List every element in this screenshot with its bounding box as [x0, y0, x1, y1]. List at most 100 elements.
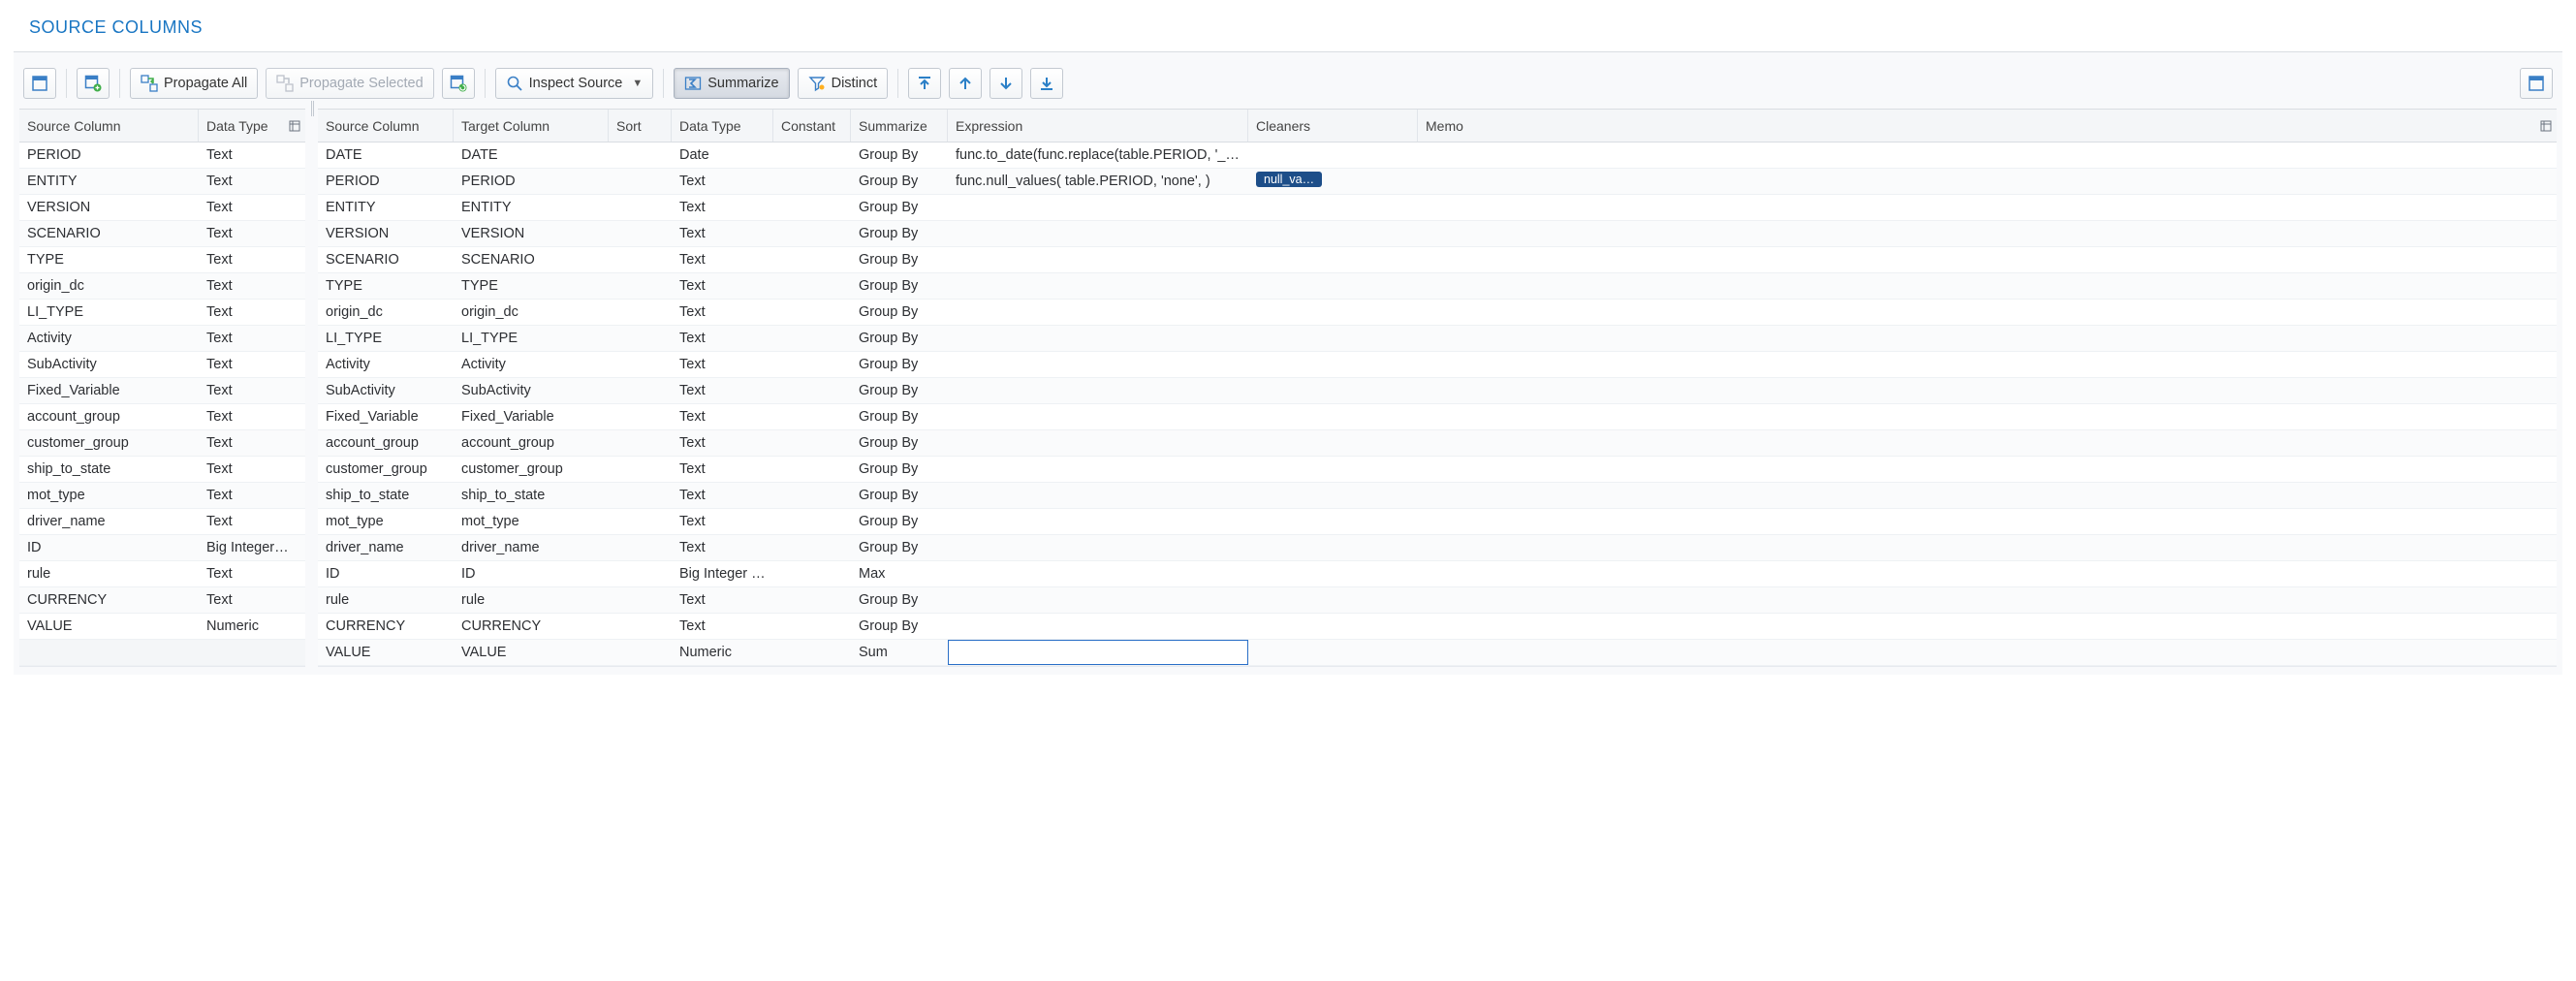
cell-source-column[interactable]: PERIOD	[19, 147, 199, 163]
inspect-source-button[interactable]: Inspect Source ▼	[495, 68, 654, 99]
cell-source-column[interactable]: ENTITY	[318, 200, 454, 215]
cell-data-type[interactable]: Big Integer…	[199, 540, 305, 555]
cell-summarize[interactable]: Group By	[851, 147, 948, 163]
cell-summarize[interactable]: Group By	[851, 331, 948, 346]
cell-target-column[interactable]: rule	[454, 592, 609, 608]
move-top-button[interactable]	[908, 68, 941, 99]
cell-data-type[interactable]: Text	[199, 383, 305, 398]
table-row[interactable]: VALUEVALUENumericSum	[318, 640, 2557, 666]
cell-data-type[interactable]: Text	[672, 409, 773, 425]
header-summarize[interactable]: Summarize	[851, 110, 948, 142]
table-row[interactable]: ship_to_stateship_to_state Text Group By	[318, 483, 2557, 509]
cell-summarize[interactable]: Group By	[851, 304, 948, 320]
cell-target-column[interactable]: PERIOD	[454, 174, 609, 189]
cell-data-type[interactable]: Text	[672, 435, 773, 451]
header-source-column[interactable]: Source Column	[19, 110, 199, 142]
cell-summarize[interactable]: Group By	[851, 488, 948, 503]
cell-data-type[interactable]: Text	[199, 278, 305, 294]
cell-source-column[interactable]: rule	[318, 592, 454, 608]
table-row[interactable]: ruleText	[19, 561, 305, 587]
header-memo[interactable]: Memo	[1418, 110, 2535, 142]
table-row[interactable]: VERSIONText	[19, 195, 305, 221]
table-row[interactable]: account_groupaccount_groupTextGroup By	[318, 430, 2557, 457]
distinct-button[interactable]: Distinct	[798, 68, 889, 99]
cell-source-column[interactable]: SCENARIO	[19, 226, 199, 241]
cell-data-type[interactable]: Text	[672, 278, 773, 294]
cell-target-column[interactable]: ID	[454, 566, 609, 582]
cell-data-type[interactable]: Text	[199, 435, 305, 451]
table-row[interactable]: ActivityActivityTextGroup By	[318, 352, 2557, 378]
cell-source-column[interactable]: CURRENCY	[19, 592, 199, 608]
add-table-button[interactable]	[77, 68, 110, 99]
cell-data-type[interactable]: Text	[672, 226, 773, 241]
cell-data-type[interactable]: Text	[199, 226, 305, 241]
cell-data-type[interactable]: Text	[672, 488, 773, 503]
target-columns-grid[interactable]: Source Column Target Column Sort Data Ty…	[318, 109, 2557, 667]
cell-source-column[interactable]: SubActivity	[318, 383, 454, 398]
cell-cleaners[interactable]: null_va…	[1248, 172, 1418, 191]
cell-data-type[interactable]: Text	[199, 331, 305, 346]
cell-source-column[interactable]: TYPE	[318, 278, 454, 294]
table-row[interactable]: DATEDATEDateGroup Byfunc.to_date(func.re…	[318, 142, 2557, 169]
move-down-button[interactable]	[990, 68, 1022, 99]
refresh-table-button[interactable]	[442, 68, 475, 99]
cell-source-column[interactable]: LI_TYPE	[19, 304, 199, 320]
cell-source-column[interactable]: PERIOD	[318, 174, 454, 189]
cell-expression[interactable]	[948, 640, 1248, 665]
cell-target-column[interactable]: mot_type	[454, 514, 609, 529]
cell-source-column[interactable]: mot_type	[19, 488, 199, 503]
header-data-type[interactable]: Data Type	[199, 110, 284, 142]
cell-target-column[interactable]: origin_dc	[454, 304, 609, 320]
cell-target-column[interactable]: DATE	[454, 147, 609, 163]
header-data-type[interactable]: Data Type	[672, 110, 773, 142]
cell-source-column[interactable]: VALUE	[318, 645, 454, 660]
cell-target-column[interactable]: LI_TYPE	[454, 331, 609, 346]
cell-summarize[interactable]: Group By	[851, 278, 948, 294]
cell-summarize[interactable]: Group By	[851, 252, 948, 268]
cell-source-column[interactable]: ID	[318, 566, 454, 582]
cell-data-type[interactable]: Text	[199, 566, 305, 582]
cell-summarize[interactable]: Group By	[851, 618, 948, 634]
cell-target-column[interactable]: SubActivity	[454, 383, 609, 398]
move-bottom-button[interactable]	[1030, 68, 1063, 99]
table-row[interactable]: IDIDBig Integer (…Max	[318, 561, 2557, 587]
cell-data-type[interactable]: Text	[199, 488, 305, 503]
cell-source-column[interactable]: ship_to_state	[19, 461, 199, 477]
cell-data-type[interactable]: Text	[672, 252, 773, 268]
table-row[interactable]: IDBig Integer…	[19, 535, 305, 561]
cell-target-column[interactable]: TYPE	[454, 278, 609, 294]
cell-data-type[interactable]: Text	[672, 304, 773, 320]
move-up-button[interactable]	[949, 68, 982, 99]
summarize-button[interactable]: Summarize	[674, 68, 789, 99]
cell-source-column[interactable]: VALUE	[19, 618, 199, 634]
cell-data-type[interactable]: Text	[672, 618, 773, 634]
cell-target-column[interactable]: SCENARIO	[454, 252, 609, 268]
table-row[interactable]: customer_groupText	[19, 430, 305, 457]
propagate-selected-button[interactable]: Propagate Selected	[266, 68, 433, 99]
column-picker-icon[interactable]	[2535, 120, 2557, 132]
cell-source-column[interactable]: ENTITY	[19, 174, 199, 189]
cell-target-column[interactable]: VALUE	[454, 645, 609, 660]
cell-summarize[interactable]: Group By	[851, 435, 948, 451]
column-picker-icon[interactable]	[284, 120, 305, 132]
table-row[interactable]: PERIODText	[19, 142, 305, 169]
cell-source-column[interactable]: mot_type	[318, 514, 454, 529]
table-row[interactable]: SCENARIOSCENARIOTextGroup By	[318, 247, 2557, 273]
cell-data-type[interactable]: Text	[199, 304, 305, 320]
cell-data-type[interactable]: Text	[672, 540, 773, 555]
header-expression[interactable]: Expression	[948, 110, 1248, 142]
header-sort[interactable]: Sort	[609, 110, 672, 142]
cell-source-column[interactable]: origin_dc	[19, 278, 199, 294]
cell-data-type[interactable]: Text	[199, 514, 305, 529]
cell-target-column[interactable]: Activity	[454, 357, 609, 372]
cell-expression[interactable]: func.null_values( table.PERIOD, 'none', …	[948, 174, 1248, 189]
cell-data-type[interactable]: Text	[199, 461, 305, 477]
cell-summarize[interactable]: Group By	[851, 200, 948, 215]
cell-target-column[interactable]: customer_group	[454, 461, 609, 477]
cell-expression[interactable]: func.to_date(func.replace(table.PERIOD, …	[948, 147, 1248, 163]
cell-data-type[interactable]: Text	[199, 147, 305, 163]
propagate-all-button[interactable]: Propagate All	[130, 68, 258, 99]
cell-source-column[interactable]: ship_to_state	[318, 488, 454, 503]
cell-target-column[interactable]: ship_to_state	[454, 488, 609, 503]
cell-data-type[interactable]: Text	[672, 331, 773, 346]
